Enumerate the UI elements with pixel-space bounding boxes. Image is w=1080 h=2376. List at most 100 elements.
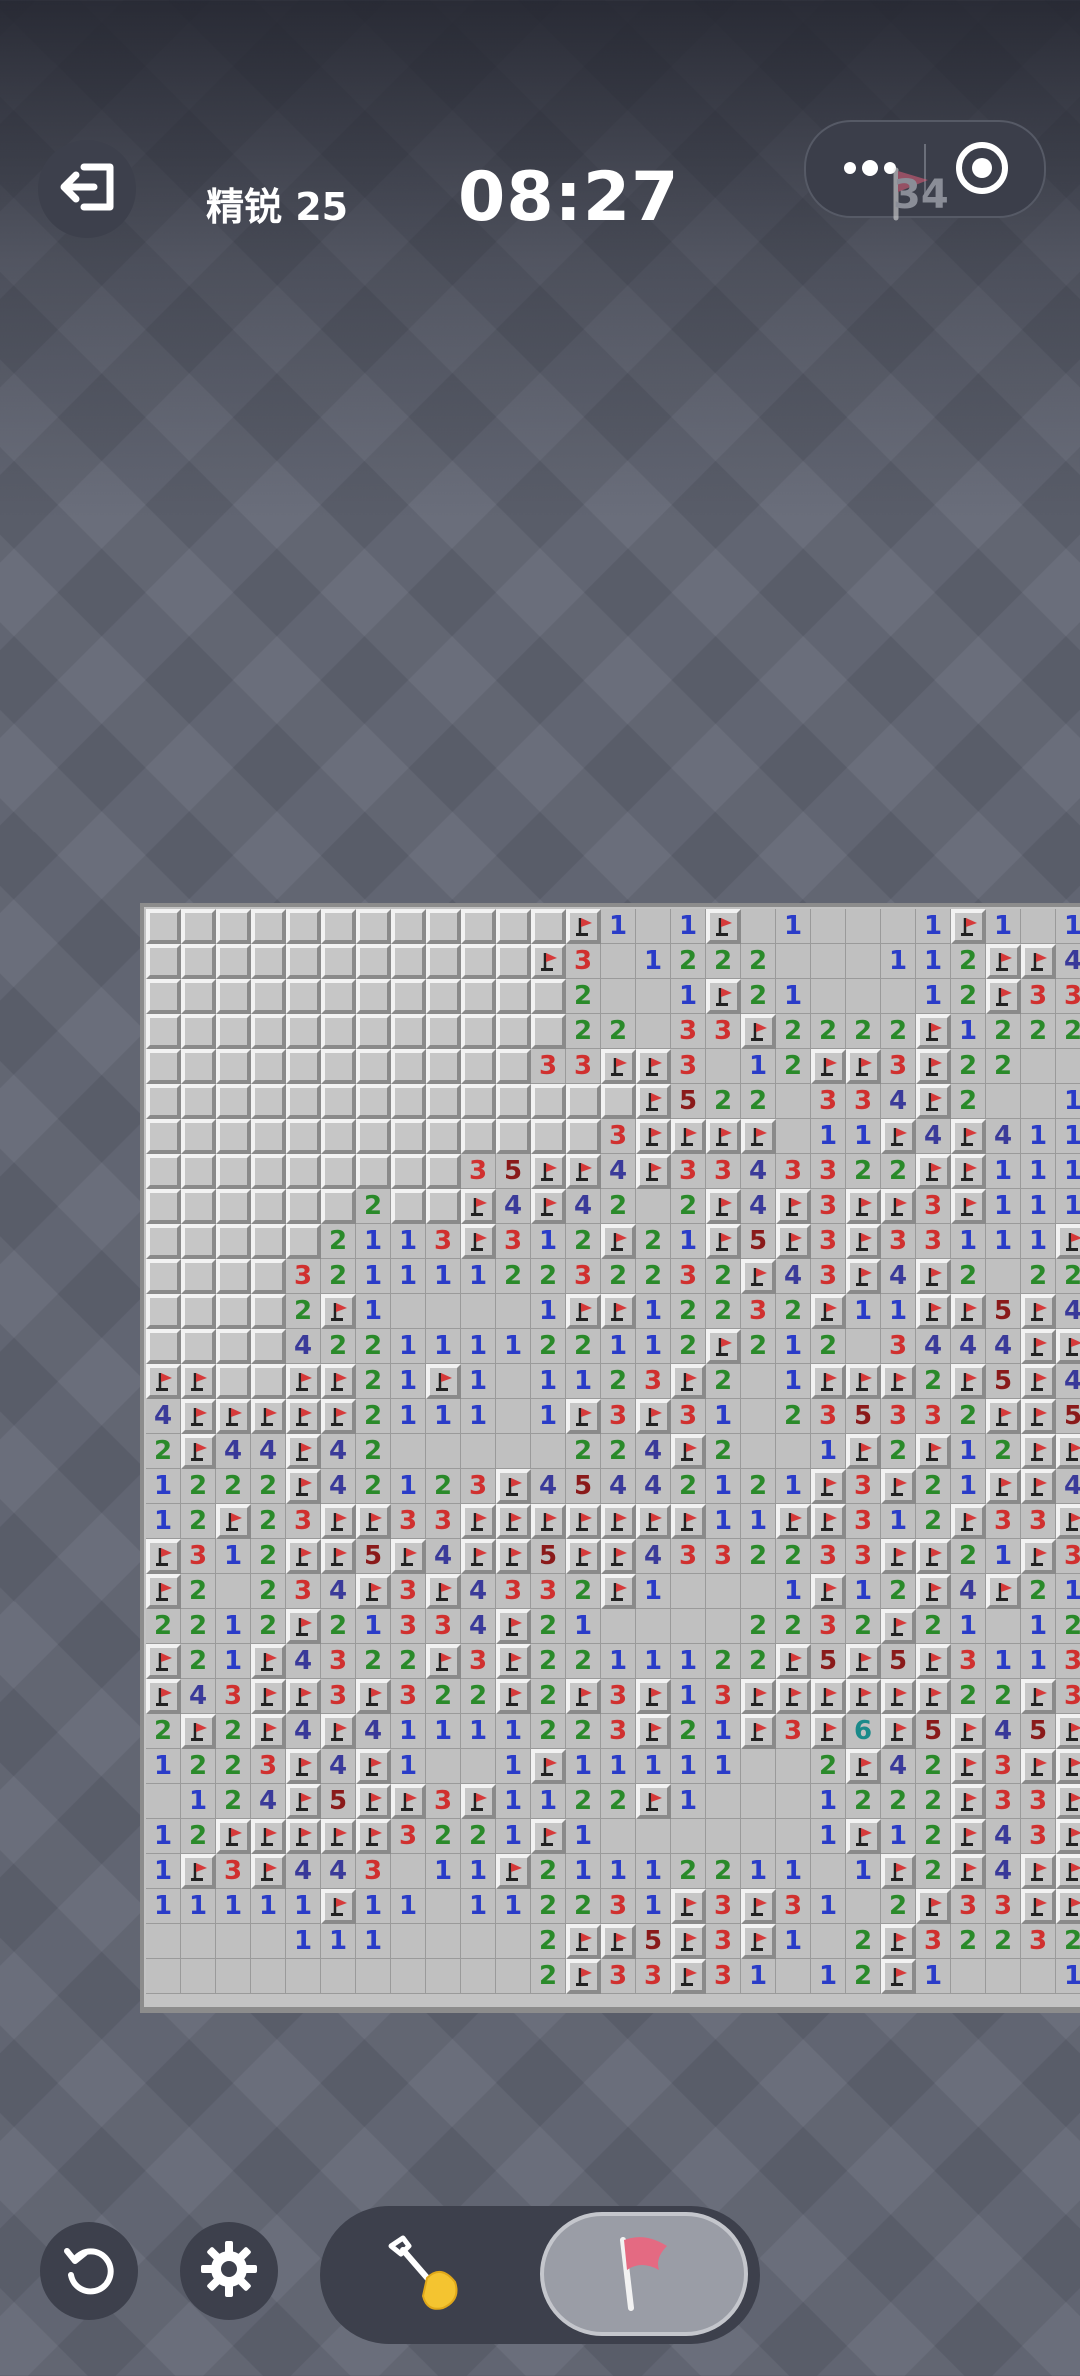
empty-cell[interactable]: [321, 1959, 356, 1994]
number-cell[interactable]: 3: [1021, 1784, 1056, 1819]
closed-cell[interactable]: [566, 1119, 601, 1154]
number-cell[interactable]: 1: [706, 1504, 741, 1539]
flagged-cell[interactable]: [566, 1539, 601, 1574]
empty-cell[interactable]: [881, 909, 916, 944]
number-cell[interactable]: 1: [356, 1889, 391, 1924]
number-cell[interactable]: 1: [216, 1539, 251, 1574]
number-cell[interactable]: 1: [391, 1749, 426, 1784]
number-cell[interactable]: 1: [496, 1819, 531, 1854]
number-cell[interactable]: 2: [566, 1889, 601, 1924]
flagged-cell[interactable]: [881, 1854, 916, 1889]
empty-cell[interactable]: [951, 1959, 986, 1994]
closed-cell[interactable]: [251, 944, 286, 979]
closed-cell[interactable]: [181, 1329, 216, 1364]
number-cell[interactable]: 1: [986, 1189, 1021, 1224]
number-cell[interactable]: 3: [811, 1154, 846, 1189]
number-cell[interactable]: 3: [881, 1049, 916, 1084]
number-cell[interactable]: 1: [951, 1224, 986, 1259]
number-cell[interactable]: 2: [741, 1469, 776, 1504]
closed-cell[interactable]: [461, 1049, 496, 1084]
number-cell[interactable]: 1: [391, 1259, 426, 1294]
closed-cell[interactable]: [391, 1014, 426, 1049]
flagged-cell[interactable]: [916, 1049, 951, 1084]
number-cell[interactable]: 3: [881, 1224, 916, 1259]
number-cell[interactable]: 5: [741, 1224, 776, 1259]
number-cell[interactable]: 2: [321, 1329, 356, 1364]
number-cell[interactable]: 1: [146, 1889, 181, 1924]
empty-cell[interactable]: [636, 1014, 671, 1049]
empty-cell[interactable]: [1021, 1959, 1056, 1994]
empty-cell[interactable]: [986, 1084, 1021, 1119]
number-cell[interactable]: 2: [251, 1609, 286, 1644]
flagged-cell[interactable]: [286, 1679, 321, 1714]
flagged-cell[interactable]: [916, 1679, 951, 1714]
number-cell[interactable]: 2: [916, 1854, 951, 1889]
number-cell[interactable]: 2: [1056, 1014, 1080, 1049]
flagged-cell[interactable]: [1021, 1294, 1056, 1329]
number-cell[interactable]: 1: [636, 1644, 671, 1679]
flagged-cell[interactable]: [846, 1819, 881, 1854]
number-cell[interactable]: 1: [391, 1329, 426, 1364]
number-cell[interactable]: 2: [531, 1714, 566, 1749]
number-cell[interactable]: 2: [881, 1434, 916, 1469]
number-cell[interactable]: 3: [916, 1224, 951, 1259]
empty-cell[interactable]: [496, 1294, 531, 1329]
number-cell[interactable]: 4: [881, 1259, 916, 1294]
number-cell[interactable]: 1: [776, 1329, 811, 1364]
flagged-cell[interactable]: [741, 1679, 776, 1714]
number-cell[interactable]: 3: [391, 1574, 426, 1609]
number-cell[interactable]: 2: [916, 1784, 951, 1819]
flagged-cell[interactable]: [1021, 1434, 1056, 1469]
number-cell[interactable]: 1: [426, 1329, 461, 1364]
flagged-cell[interactable]: [461, 1539, 496, 1574]
number-cell[interactable]: 3: [426, 1224, 461, 1259]
flagged-cell[interactable]: [846, 1189, 881, 1224]
flagged-cell[interactable]: [881, 1679, 916, 1714]
number-cell[interactable]: 1: [881, 1504, 916, 1539]
flag-mode-button[interactable]: [540, 2212, 748, 2336]
number-cell[interactable]: 2: [531, 1679, 566, 1714]
flagged-cell[interactable]: [811, 1504, 846, 1539]
number-cell[interactable]: 1: [461, 1889, 496, 1924]
number-cell[interactable]: 1: [356, 1924, 391, 1959]
closed-cell[interactable]: [251, 909, 286, 944]
number-cell[interactable]: 5: [846, 1399, 881, 1434]
number-cell[interactable]: 2: [426, 1469, 461, 1504]
flagged-cell[interactable]: [286, 1539, 321, 1574]
number-cell[interactable]: 1: [1021, 1119, 1056, 1154]
number-cell[interactable]: 1: [846, 1574, 881, 1609]
closed-cell[interactable]: [356, 909, 391, 944]
number-cell[interactable]: 2: [916, 1469, 951, 1504]
number-cell[interactable]: 1: [636, 1574, 671, 1609]
number-cell[interactable]: 2: [706, 944, 741, 979]
number-cell[interactable]: 2: [811, 1329, 846, 1364]
number-cell[interactable]: 1: [146, 1854, 181, 1889]
number-cell[interactable]: 1: [706, 1714, 741, 1749]
closed-cell[interactable]: [286, 1084, 321, 1119]
closed-cell[interactable]: [216, 1084, 251, 1119]
empty-cell[interactable]: [391, 1959, 426, 1994]
number-cell[interactable]: 4: [286, 1714, 321, 1749]
empty-cell[interactable]: [706, 1784, 741, 1819]
number-cell[interactable]: 2: [216, 1749, 251, 1784]
closed-cell[interactable]: [286, 1014, 321, 1049]
flagged-cell[interactable]: [1056, 1224, 1080, 1259]
number-cell[interactable]: 2: [356, 1189, 391, 1224]
number-cell[interactable]: 2: [531, 1329, 566, 1364]
empty-cell[interactable]: [776, 1434, 811, 1469]
number-cell[interactable]: 3: [356, 1854, 391, 1889]
number-cell[interactable]: 1: [811, 1889, 846, 1924]
empty-cell[interactable]: [706, 1049, 741, 1084]
number-cell[interactable]: 3: [426, 1609, 461, 1644]
flagged-cell[interactable]: [496, 1539, 531, 1574]
number-cell[interactable]: 2: [881, 1014, 916, 1049]
empty-cell[interactable]: [671, 1574, 706, 1609]
number-cell[interactable]: 1: [636, 944, 671, 979]
flagged-cell[interactable]: [496, 1679, 531, 1714]
number-cell[interactable]: 1: [706, 1749, 741, 1784]
empty-cell[interactable]: [426, 1959, 461, 1994]
closed-cell[interactable]: [181, 1294, 216, 1329]
flagged-cell[interactable]: [916, 1889, 951, 1924]
flagged-cell[interactable]: [321, 1714, 356, 1749]
number-cell[interactable]: 3: [846, 1469, 881, 1504]
